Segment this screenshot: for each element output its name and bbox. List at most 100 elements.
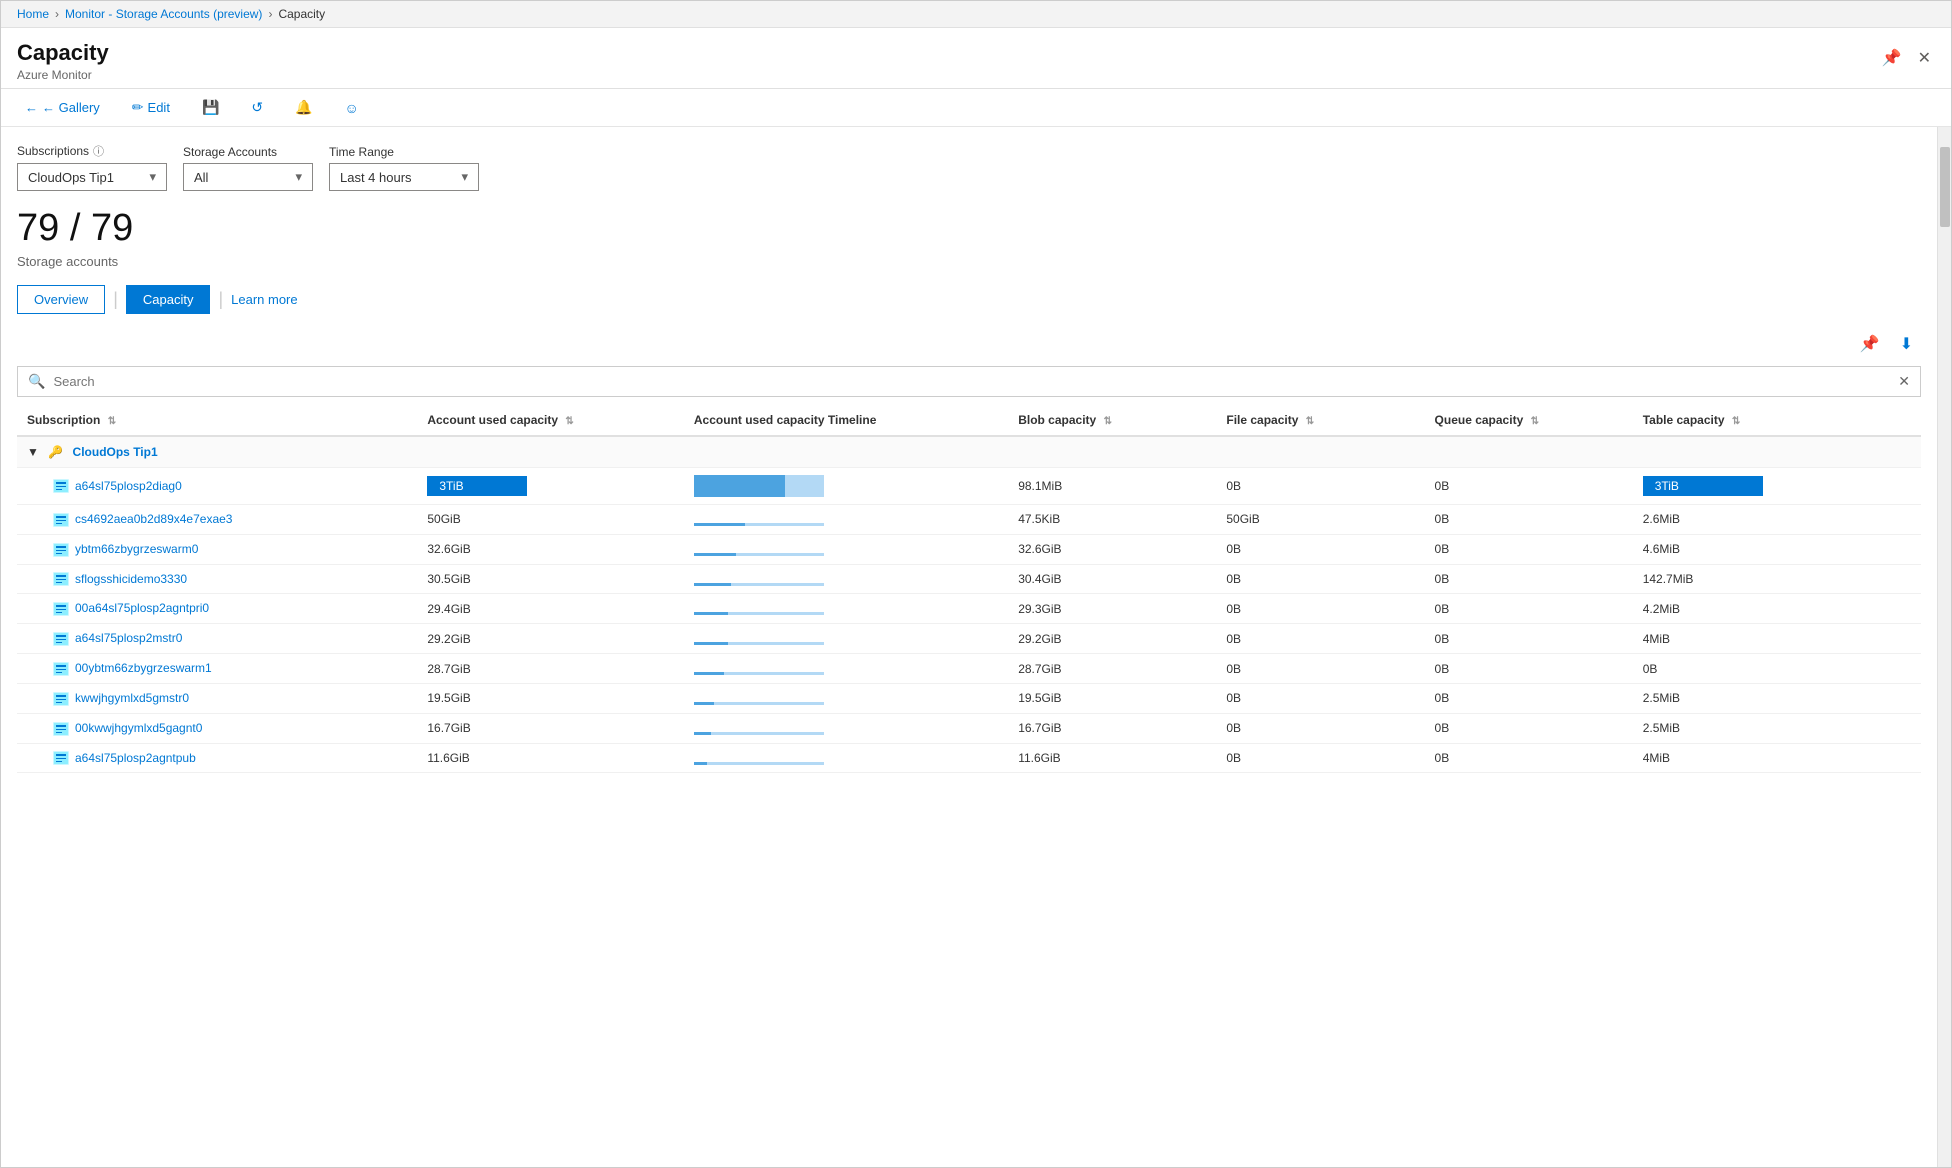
cell-table: 4.2MiB	[1633, 594, 1921, 624]
cell-used-cap: 29.4GiB	[417, 594, 684, 624]
storage-accounts-label: Storage Accounts	[183, 145, 277, 159]
col-blob-header[interactable]: Blob capacity ⇅	[1008, 405, 1216, 436]
scrollbar-thumb[interactable]	[1940, 147, 1950, 227]
group-name[interactable]: CloudOps Tip1	[73, 445, 158, 459]
subscriptions-filter: Subscriptions ⓘ CloudOps Tip1 ▾	[17, 143, 167, 191]
cell-table: 2.5MiB	[1633, 713, 1921, 743]
cell-blob: 29.2GiB	[1008, 624, 1216, 654]
cell-file: 0B	[1216, 594, 1424, 624]
table-actions: 📌 ⬇	[17, 330, 1921, 358]
toolbar: ← ← Gallery ✏ Edit 💾 ↺ 🔔 ☺	[1, 89, 1951, 127]
storage-account-link[interactable]: cs4692aea0b2d89x4e7exae3	[75, 512, 232, 526]
cell-queue: 0B	[1425, 743, 1633, 773]
group-key-icon: 🔑	[48, 445, 63, 459]
cell-name: kwwjhgymlxd5gmstr0	[17, 683, 417, 713]
refresh-button[interactable]: ↺	[243, 95, 271, 120]
data-table: Subscription ⇅ Account used capacity ⇅ A…	[17, 405, 1921, 773]
search-input[interactable]	[53, 374, 1898, 389]
cell-timeline	[684, 713, 1008, 743]
storage-accounts-dropdown[interactable]: All ▾	[183, 163, 313, 191]
col-table-header[interactable]: Table capacity ⇅	[1633, 405, 1921, 436]
cell-timeline	[684, 505, 1008, 535]
tab-overview[interactable]: Overview	[17, 285, 105, 314]
table-row: cs4692aea0b2d89x4e7exae3 50GiB 47.5KiB 5…	[17, 505, 1921, 535]
gallery-back-button[interactable]: ← ← Gallery	[17, 96, 108, 119]
pin-button[interactable]: 📌	[1878, 44, 1906, 72]
cell-table: 4MiB	[1633, 743, 1921, 773]
time-range-dropdown[interactable]: Last 4 hours ▾	[329, 163, 479, 191]
cell-queue: 0B	[1425, 564, 1633, 594]
storage-account-link[interactable]: 00ybtm66zbygrzeswarm1	[75, 661, 212, 675]
cell-name: 00ybtm66zbygrzeswarm1	[17, 654, 417, 684]
edit-button[interactable]: ✏ Edit	[124, 95, 178, 120]
tab-separator-2: |	[218, 289, 223, 310]
cell-blob: 30.4GiB	[1008, 564, 1216, 594]
feedback-button[interactable]: ☺	[337, 96, 367, 120]
cell-timeline	[684, 654, 1008, 684]
tab-separator: |	[113, 289, 118, 310]
storage-account-link[interactable]: sflogsshicidemo3330	[75, 572, 187, 586]
table-row: 00kwwjhgymlxd5gagnt0 16.7GiB 16.7GiB 0B …	[17, 713, 1921, 743]
table-row: 00a64sl75plosp2agntpri0 29.4GiB 29.3GiB …	[17, 594, 1921, 624]
cell-file: 0B	[1216, 534, 1424, 564]
cell-file: 0B	[1216, 564, 1424, 594]
storage-account-link[interactable]: a64sl75plosp2diag0	[75, 479, 182, 493]
alert-button[interactable]: 🔔	[287, 95, 320, 120]
tab-row: Overview | Capacity | Learn more	[17, 285, 1921, 314]
scrollbar[interactable]	[1937, 127, 1951, 1167]
pin-table-button[interactable]: 📌	[1856, 330, 1884, 358]
cell-used-cap: 16.7GiB	[417, 713, 684, 743]
search-bar: 🔍 ✕	[17, 366, 1921, 397]
sort-icon: ⇅	[1732, 416, 1740, 427]
group-expand-icon[interactable]: ▼	[27, 445, 39, 459]
storage-account-link[interactable]: a64sl75plosp2mstr0	[75, 631, 182, 645]
cell-blob: 47.5KiB	[1008, 505, 1216, 535]
close-button[interactable]: ✕	[1914, 44, 1935, 72]
info-icon[interactable]: ⓘ	[93, 143, 104, 159]
cell-queue: 0B	[1425, 534, 1633, 564]
clear-search-icon[interactable]: ✕	[1898, 373, 1910, 390]
table-header-row: Subscription ⇅ Account used capacity ⇅ A…	[17, 405, 1921, 436]
subscriptions-value: CloudOps Tip1	[28, 170, 149, 185]
cell-name: 00a64sl75plosp2agntpri0	[17, 594, 417, 624]
breadcrumb-home[interactable]: Home	[17, 7, 49, 21]
subscriptions-dropdown[interactable]: CloudOps Tip1 ▾	[17, 163, 167, 191]
time-range-label: Time Range	[329, 145, 394, 159]
refresh-icon: ↺	[251, 99, 263, 116]
storage-account-link[interactable]: a64sl75plosp2agntpub	[75, 751, 196, 765]
col-subscription-header[interactable]: Subscription ⇅	[17, 405, 417, 436]
col-timeline-header[interactable]: Account used capacity Timeline	[684, 405, 1008, 436]
learn-more-link[interactable]: Learn more	[231, 292, 297, 307]
col-used-cap-header[interactable]: Account used capacity ⇅	[417, 405, 684, 436]
cell-name: a64sl75plosp2mstr0	[17, 624, 417, 654]
cell-used-cap: 11.6GiB	[417, 743, 684, 773]
table-group-row[interactable]: ▼ 🔑 CloudOps Tip1	[17, 436, 1921, 468]
smiley-icon: ☺	[345, 100, 359, 116]
cell-timeline	[684, 624, 1008, 654]
table-row: ybtm66zbygrzeswarm0 32.6GiB 32.6GiB 0B 0…	[17, 534, 1921, 564]
cell-queue: 0B	[1425, 505, 1633, 535]
cell-file: 0B	[1216, 468, 1424, 505]
storage-account-link[interactable]: 00a64sl75plosp2agntpri0	[75, 601, 209, 615]
save-button[interactable]: 💾	[194, 95, 227, 120]
sort-icon: ⇅	[1104, 416, 1112, 427]
cell-name: 00kwwjhgymlxd5gagnt0	[17, 713, 417, 743]
tab-capacity[interactable]: Capacity	[126, 285, 211, 314]
save-icon: 💾	[202, 99, 219, 116]
cell-used-cap: 19.5GiB	[417, 683, 684, 713]
col-file-header[interactable]: File capacity ⇅	[1216, 405, 1424, 436]
storage-account-link[interactable]: 00kwwjhgymlxd5gagnt0	[75, 721, 202, 735]
breadcrumb-monitor[interactable]: Monitor - Storage Accounts (preview)	[65, 7, 262, 21]
download-button[interactable]: ⬇	[1896, 330, 1917, 358]
cell-name: sflogsshicidemo3330	[17, 564, 417, 594]
col-queue-header[interactable]: Queue capacity ⇅	[1425, 405, 1633, 436]
cell-queue: 0B	[1425, 654, 1633, 684]
table-row: a64sl75plosp2diag0 3TiB 98.1MiB 0B 0B 3T…	[17, 468, 1921, 505]
breadcrumb-current: Capacity	[278, 7, 325, 21]
storage-account-link[interactable]: ybtm66zbygrzeswarm0	[75, 542, 198, 556]
cell-blob: 29.3GiB	[1008, 594, 1216, 624]
count-number: 79 / 79	[17, 207, 1921, 250]
storage-account-link[interactable]: kwwjhgymlxd5gmstr0	[75, 691, 189, 705]
cell-file: 0B	[1216, 654, 1424, 684]
gallery-label: ← Gallery	[42, 100, 100, 115]
